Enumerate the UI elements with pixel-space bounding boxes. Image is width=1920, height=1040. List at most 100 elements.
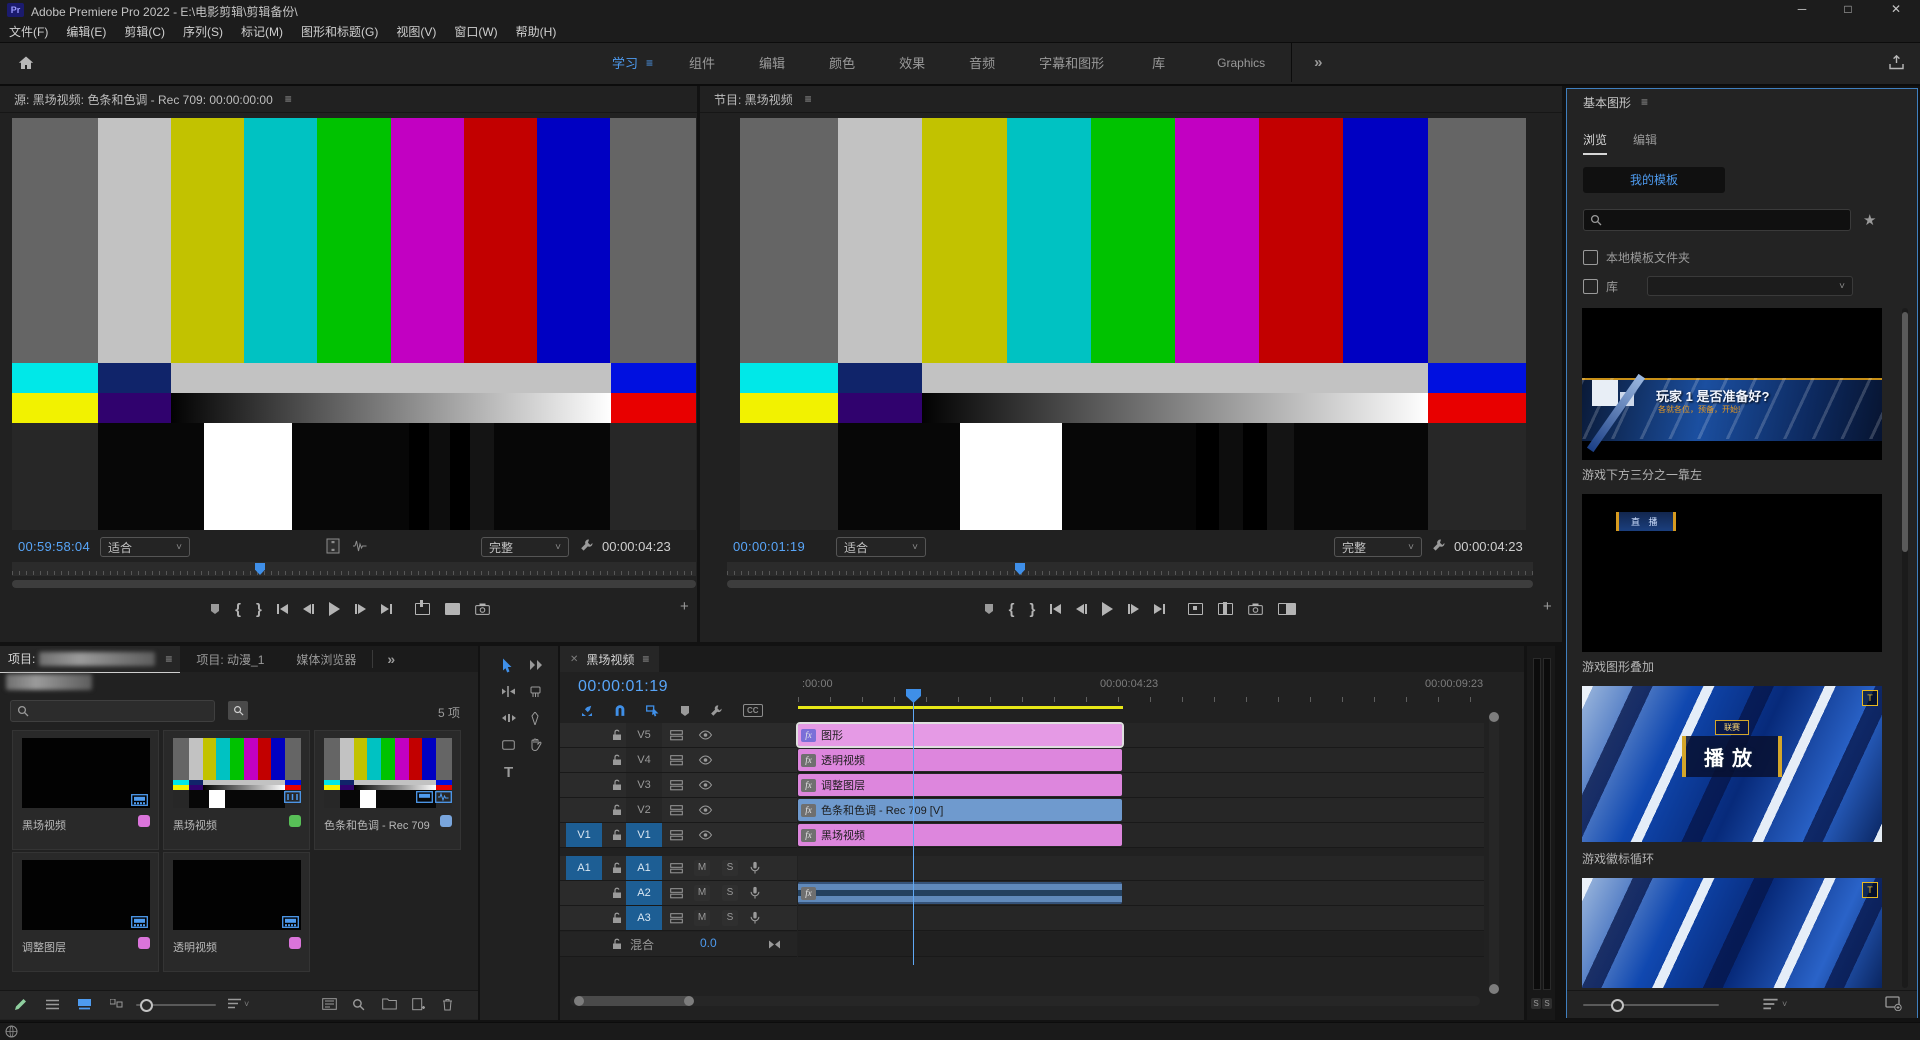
meter-solo-right[interactable]: S (1542, 998, 1552, 1009)
item-label[interactable]: 调整图层 (22, 939, 132, 955)
type-tool[interactable]: T (504, 764, 513, 781)
source-patch-a1[interactable]: A1 (566, 856, 602, 880)
tab-project-anime[interactable]: 项目: 动漫_1 (180, 651, 280, 668)
project-tab-overflow[interactable]: » (373, 651, 409, 667)
keyframe-toggle-icon[interactable] (768, 940, 781, 949)
mark-out-button[interactable]: } (1030, 600, 1036, 618)
sync-lock-icon[interactable] (670, 755, 683, 766)
template-overlay[interactable]: 直 播 (1582, 494, 1882, 652)
program-timecode[interactable]: 00:00:01:19 (733, 539, 805, 554)
selection-tool[interactable] (502, 658, 513, 673)
menu-markers[interactable]: 标记(M) (232, 23, 292, 40)
pen-tool[interactable] (530, 712, 540, 725)
razor-tool[interactable] (530, 686, 541, 698)
extract-button[interactable] (1218, 600, 1233, 618)
mark-in-button[interactable]: { (1009, 600, 1015, 618)
timeline-ruler[interactable]: :00:00 00:00:04:23 00:00:09:23 (798, 676, 1486, 706)
favorites-star-icon[interactable]: ★ (1863, 211, 1876, 229)
go-to-in-button[interactable] (277, 600, 288, 618)
sync-lock-icon[interactable] (670, 830, 683, 841)
workspace-tab-captions-graphics[interactable]: 字幕和图形 (1017, 53, 1126, 72)
target-track-v5[interactable]: V5 (626, 723, 662, 747)
lock-icon[interactable] (612, 779, 622, 791)
comparison-view-button[interactable] (1278, 600, 1296, 618)
fx-badge[interactable]: fx (801, 804, 816, 817)
sort-icon[interactable]: ˅ (228, 998, 249, 1009)
voiceover-mic-icon[interactable] (750, 911, 760, 925)
program-quality-select[interactable]: 完整˅ (1334, 537, 1422, 557)
linked-selection-icon[interactable] (646, 704, 660, 717)
hand-tool[interactable] (530, 738, 542, 751)
new-item-icon[interactable] (412, 998, 425, 1011)
solo-button[interactable]: S (722, 860, 738, 876)
lane-a1[interactable] (798, 856, 1484, 881)
search-in-bin-button[interactable] (228, 701, 248, 720)
close-button[interactable]: ✕ (1880, 2, 1912, 16)
menu-graphics-titles[interactable]: 图形和标题(G) (292, 23, 387, 40)
item-label[interactable]: 透明视频 (173, 939, 283, 955)
lane-a3[interactable] (798, 906, 1484, 931)
fx-badge[interactable]: fx (801, 887, 816, 900)
eg-scrollbar[interactable] (1902, 308, 1908, 988)
eg-thumb-size-knob[interactable] (1611, 999, 1624, 1012)
workspace-tab-menu-icon[interactable]: ≡ (646, 56, 653, 70)
libraries-select[interactable]: ˅ (1647, 276, 1853, 296)
insert-button[interactable] (415, 600, 430, 618)
mute-button[interactable]: M (694, 885, 710, 901)
workspace-tab-graphics[interactable]: Graphics (1191, 56, 1291, 70)
menu-window[interactable]: 窗口(W) (445, 23, 506, 40)
sync-lock-icon[interactable] (670, 913, 683, 924)
ripple-edit-tool[interactable] (502, 686, 516, 697)
local-templates-checkbox-row[interactable]: 本地模板文件夹 (1583, 249, 1690, 266)
source-quality-select[interactable]: 完整˅ (481, 537, 569, 557)
source-panel-menu-icon[interactable]: ≡ (285, 92, 292, 106)
timeline-playhead-line[interactable] (913, 690, 914, 965)
overwrite-button[interactable] (445, 600, 460, 618)
insert-overwrite-sequence-icon[interactable] (580, 704, 594, 717)
share-export-icon[interactable] (1888, 55, 1905, 70)
add-marker-button[interactable] (984, 600, 994, 618)
workspace-tab-effects[interactable]: 效果 (877, 53, 947, 72)
add-marker-button[interactable] (210, 600, 220, 618)
drag-audio-icon[interactable] (352, 539, 368, 553)
menu-sequence[interactable]: 序列(S) (174, 23, 232, 40)
vzoom-handle-bottom[interactable] (1489, 984, 1499, 994)
snap-magnet-icon[interactable] (614, 704, 626, 717)
project-panel-menu-icon[interactable]: ≡ (165, 652, 172, 666)
source-settings-wrench-icon[interactable] (580, 538, 594, 552)
step-forward-button[interactable] (1128, 600, 1139, 618)
sync-lock-icon[interactable] (670, 730, 683, 741)
my-templates-button[interactable]: 我的模板 (1583, 167, 1725, 193)
toggle-track-output-eye-icon[interactable] (698, 755, 713, 765)
timeline-timecode[interactable]: 00:00:01:19 (578, 678, 668, 696)
thumbnail-size-slider-knob[interactable] (140, 999, 153, 1012)
meter-solo-left[interactable]: S (1531, 998, 1541, 1009)
menu-help[interactable]: 帮助(H) (507, 23, 566, 40)
clip-adjustment-layer[interactable]: fx 调整图层 (798, 774, 1122, 796)
captions-cc-icon[interactable]: CC (743, 704, 763, 717)
template-blue-diagonal[interactable]: T (1582, 878, 1882, 988)
timeline-vscrollbar[interactable] (1489, 712, 1499, 994)
project-item-bars-and-tone[interactable]: 色条和色调 - Rec 709 (314, 730, 461, 850)
workspace-overflow-button[interactable]: » (1292, 54, 1344, 71)
clip-bars-and-tone[interactable]: fx 色条和色调 - Rec 709 [V] (798, 799, 1122, 821)
mute-button[interactable]: M (694, 910, 710, 926)
template-lower-third[interactable]: 玩家 1 是否准备好? 各就各位，预备，开始! (1582, 308, 1882, 460)
eg-sort-icon[interactable]: ˅ (1763, 998, 1787, 1010)
go-to-in-button[interactable] (1050, 600, 1061, 618)
project-item-black-video-1[interactable]: 黑场视频 (12, 730, 159, 850)
workspace-tab-color[interactable]: 颜色 (807, 53, 877, 72)
tab-browse[interactable]: 浏览 (1583, 131, 1607, 155)
fx-badge[interactable]: fx (801, 829, 816, 842)
add-marker-icon[interactable] (680, 705, 690, 717)
program-monitor-title[interactable]: 节目: 黑场视频 (714, 91, 793, 108)
timeline-tab[interactable]: ✕ 黑场视频 ≡ (560, 646, 659, 672)
home-icon[interactable] (18, 56, 34, 70)
play-button[interactable] (329, 600, 340, 618)
label-color-chip[interactable] (440, 815, 452, 827)
zoom-handle-left[interactable] (574, 996, 584, 1006)
program-settings-wrench-icon[interactable] (1432, 538, 1446, 552)
tab-project-active[interactable]: 项目: ≡ (0, 646, 180, 673)
target-track-a2[interactable]: A2 (626, 881, 662, 905)
menu-clip[interactable]: 剪辑(C) (115, 23, 174, 40)
